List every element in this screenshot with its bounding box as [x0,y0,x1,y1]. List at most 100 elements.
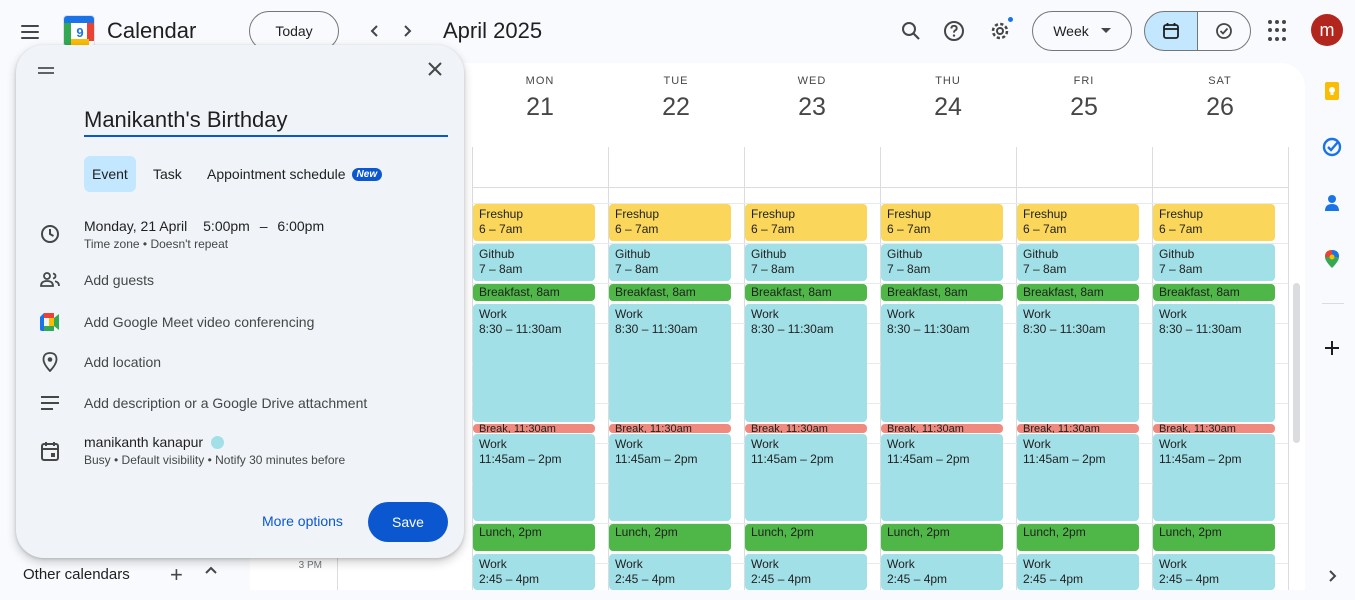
event-chip[interactable]: Work 2:45 – 4pm [745,554,867,590]
event-chip[interactable]: Work 11:45am – 2pm [745,434,867,521]
add-other-calendar-icon[interactable]: + [170,562,183,588]
event-chip[interactable]: Work 2:45 – 4pm [609,554,731,590]
previous-week-icon[interactable] [359,15,391,47]
date-time-row[interactable]: Monday, 21 April 5:00pm – 6:00pm Time zo… [84,218,324,251]
day-number[interactable]: 25 [1016,93,1152,122]
event-chip[interactable]: Github 7 – 8am [881,244,1003,281]
grid-scrollbar[interactable] [1293,283,1300,443]
add-location[interactable]: Add location [84,354,161,370]
event-end-time[interactable]: 6:00pm [277,218,324,234]
event-chip[interactable]: Work 8:30 – 11:30am [1153,304,1275,422]
add-guests[interactable]: Add guests [84,272,154,288]
event-chip[interactable]: Github 7 – 8am [745,244,867,281]
event-chip[interactable]: Work 8:30 – 11:30am [881,304,1003,422]
event-chip[interactable]: Break, 11:30am [473,424,595,433]
search-icon[interactable] [894,14,928,48]
event-chip[interactable]: Break, 11:30am [609,424,731,433]
chevron-up-icon[interactable] [204,563,218,582]
event-chip[interactable]: Github 7 – 8am [1017,244,1139,281]
event-chip[interactable]: Breakfast, 8am [1017,284,1139,301]
event-chip[interactable]: Freshup 6 – 7am [473,204,595,241]
event-chip[interactable]: Breakfast, 8am [609,284,731,301]
event-chip[interactable]: Freshup 6 – 7am [745,204,867,241]
day-header[interactable]: WED 23 [744,63,880,147]
event-chip[interactable]: Work 8:30 – 11:30am [609,304,731,422]
event-chip[interactable]: Breakfast, 8am [745,284,867,301]
day-header[interactable]: SAT 26 [1152,63,1288,147]
event-chip[interactable]: Work 2:45 – 4pm [1017,554,1139,590]
event-chip[interactable]: Break, 11:30am [745,424,867,433]
event-chip[interactable]: Github 7 – 8am [473,244,595,281]
chevron-right-icon[interactable] [1325,569,1345,589]
day-header[interactable]: THU 24 [880,63,1016,147]
event-chip[interactable]: Breakfast, 8am [881,284,1003,301]
maps-icon[interactable] [1322,249,1342,269]
next-week-icon[interactable] [391,15,423,47]
event-chip[interactable]: Work 11:45am – 2pm [1153,434,1275,521]
event-chip[interactable]: Break, 11:30am [881,424,1003,433]
view-selector[interactable]: Week [1032,11,1132,51]
event-chip[interactable]: Break, 11:30am [1153,424,1275,433]
day-header[interactable]: TUE 22 [608,63,744,147]
event-chip[interactable]: Lunch, 2pm [1017,524,1139,551]
day-header[interactable]: FRI 25 [1016,63,1152,147]
event-chip[interactable]: Work 8:30 – 11:30am [1017,304,1139,422]
event-chip[interactable]: Work 11:45am – 2pm [473,434,595,521]
tab-appointment-schedule[interactable]: Appointment schedule New [199,156,390,192]
tab-task[interactable]: Task [145,156,190,192]
event-chip[interactable]: Freshup 6 – 7am [1017,204,1139,241]
google-apps-icon[interactable] [1268,20,1290,42]
event-chip[interactable]: Lunch, 2pm [473,524,595,551]
day-number[interactable]: 21 [472,93,608,122]
event-chip[interactable]: Lunch, 2pm [745,524,867,551]
calendar-logo-icon[interactable]: 9 [63,15,95,47]
day-number[interactable]: 23 [744,93,880,122]
day-header[interactable]: MON 21 [472,63,608,147]
event-chip[interactable]: Work 2:45 – 4pm [1153,554,1275,590]
event-chip[interactable]: Github 7 – 8am [609,244,731,281]
event-date[interactable]: Monday, 21 April [84,218,187,234]
event-chip[interactable]: Work 11:45am – 2pm [1017,434,1139,521]
event-chip[interactable]: Breakfast, 8am [1153,284,1275,301]
event-chip[interactable]: Github 7 – 8am [1153,244,1275,281]
event-start-time[interactable]: 5:00pm [203,218,250,234]
day-number[interactable]: 22 [608,93,744,122]
day-number[interactable]: 26 [1152,93,1288,122]
save-button[interactable]: Save [368,502,448,542]
event-title-input[interactable] [84,105,448,137]
main-menu-icon[interactable] [14,16,46,48]
event-chip[interactable]: Freshup 6 – 7am [1153,204,1275,241]
close-icon[interactable] [424,58,446,80]
keep-icon[interactable] [1322,81,1342,101]
avatar[interactable]: m [1311,14,1343,46]
event-chip[interactable]: Freshup 6 – 7am [881,204,1003,241]
add-addon-icon[interactable] [1322,338,1342,358]
day-number[interactable]: 24 [880,93,1016,122]
event-chip[interactable]: Work 2:45 – 4pm [881,554,1003,590]
event-chip[interactable]: Freshup 6 – 7am [609,204,731,241]
tasks-view-toggle[interactable] [1197,11,1251,51]
settings-gear-icon[interactable] [983,14,1017,48]
timezone-text[interactable]: Time zone • Doesn't repeat [84,237,324,251]
event-chip[interactable]: Breakfast, 8am [473,284,595,301]
event-chip[interactable]: Lunch, 2pm [881,524,1003,551]
add-google-meet[interactable]: Add Google Meet video conferencing [84,314,314,330]
event-chip[interactable]: Work 11:45am – 2pm [609,434,731,521]
tasks-icon[interactable] [1322,137,1342,157]
calendar-owner-row[interactable]: manikanth kanapur Busy • Default visibil… [84,434,345,467]
event-chip[interactable]: Break, 11:30am [1017,424,1139,433]
event-chip[interactable]: Work 8:30 – 11:30am [745,304,867,422]
contacts-icon[interactable] [1322,193,1342,213]
help-icon[interactable] [937,14,971,48]
tab-event[interactable]: Event [84,156,136,192]
drag-handle-icon[interactable] [38,67,54,74]
event-chip[interactable]: Lunch, 2pm [1153,524,1275,551]
calendar-view-toggle[interactable] [1144,11,1198,51]
event-chip[interactable]: Lunch, 2pm [609,524,731,551]
other-calendars-label[interactable]: Other calendars [23,566,130,583]
more-options-button[interactable]: More options [262,513,343,529]
event-chip[interactable]: Work 11:45am – 2pm [881,434,1003,521]
app-title[interactable]: Calendar [107,18,196,44]
event-chip[interactable]: Work 2:45 – 4pm [473,554,595,590]
add-description[interactable]: Add description or a Google Drive attach… [84,395,367,411]
